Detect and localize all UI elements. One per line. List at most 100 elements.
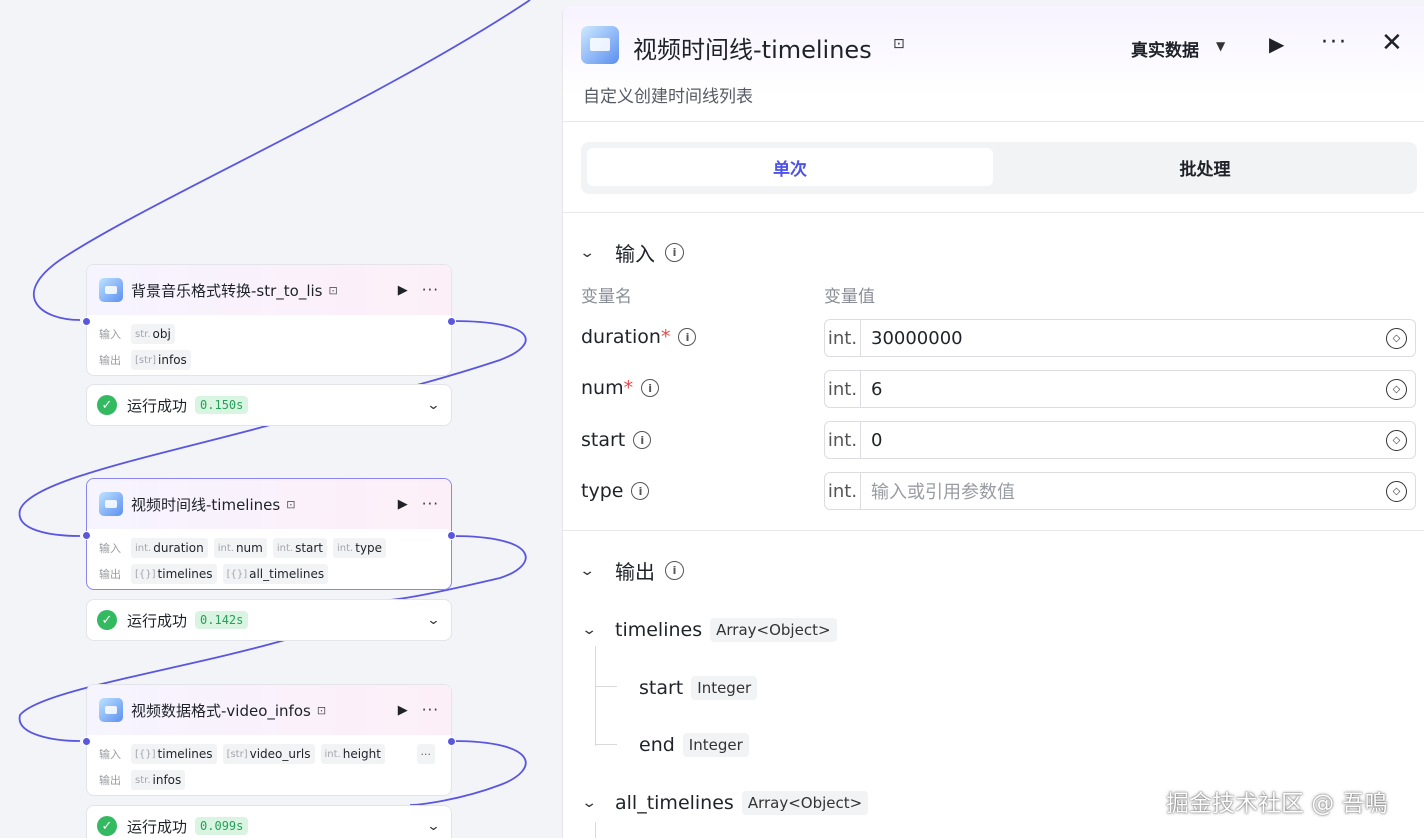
required-marker: * xyxy=(623,377,634,399)
inputs-label: 输入 xyxy=(99,748,121,761)
node-outputs-row: 输出 str. infos xyxy=(87,767,451,793)
input-chip: int. duration xyxy=(131,538,208,558)
chevron-down-icon[interactable]: ⌄ xyxy=(426,613,440,628)
reference-selector-icon[interactable]: ◇ xyxy=(1386,378,1407,400)
input-port[interactable] xyxy=(82,737,91,746)
tree-line xyxy=(595,744,617,745)
output-item-all-timelines[interactable]: ⌄ all_timelines Array<Object> xyxy=(581,791,869,815)
run-node-button[interactable]: ▶ xyxy=(398,703,408,718)
reference-selector-icon[interactable]: ◇ xyxy=(1386,480,1407,502)
reference-selector-icon[interactable]: ◇ xyxy=(1386,327,1407,349)
info-icon[interactable]: i xyxy=(665,243,684,262)
workflow-node[interactable]: 视频数据格式-video_infos ⊡ ▶ ··· 输入 [{}] timeli… xyxy=(82,684,456,796)
param-value[interactable]: 6 xyxy=(871,379,882,400)
more-options-button[interactable]: ··· xyxy=(422,701,439,719)
node-run-status[interactable]: ✓ 运行成功 0.142s ⌄ xyxy=(86,599,452,641)
more-options-button[interactable]: ··· xyxy=(422,281,439,299)
chevron-down-icon[interactable]: ⌄ xyxy=(581,622,609,638)
node-run-status[interactable]: ✓ 运行成功 0.150s ⌄ xyxy=(86,384,452,426)
info-icon[interactable]: i xyxy=(633,431,652,449)
type-indicator: int. xyxy=(825,473,861,509)
tab-single[interactable]: 单次 xyxy=(587,148,993,186)
param-field-type[interactable]: int. 输入或引用参数值 ◇ xyxy=(824,472,1416,510)
type-indicator: int. xyxy=(825,320,861,356)
required-marker: * xyxy=(660,326,671,348)
node-header[interactable]: 视频时间线-timelines ⊡ ▶ ··· xyxy=(87,479,451,529)
input-section-header[interactable]: ⌄ 输入 i xyxy=(579,238,684,267)
success-check-icon: ✓ xyxy=(97,610,117,630)
tree-line xyxy=(595,822,596,838)
param-value[interactable]: 0 xyxy=(871,430,882,451)
type-chip: Array<Object> xyxy=(741,791,869,815)
divider xyxy=(563,212,1424,213)
inputs-label: 输入 xyxy=(99,542,121,555)
output-item-end: end Integer xyxy=(639,733,749,757)
status-text: 运行成功 xyxy=(127,817,188,836)
workflow-canvas[interactable]: 背景音乐格式转换-str_to_lis ⊡ ▶ ··· 输入 str. obj 输… xyxy=(0,0,562,838)
more-inputs-chip[interactable]: ··· xyxy=(416,744,435,764)
tree-line xyxy=(595,686,617,687)
close-icon[interactable]: ✕ xyxy=(1381,28,1403,58)
info-icon[interactable]: i xyxy=(631,482,650,500)
chevron-down-icon[interactable]: ⌄ xyxy=(426,819,440,834)
type-indicator: int. xyxy=(825,371,861,407)
chevron-down-icon[interactable]: ⌄ xyxy=(579,245,607,261)
param-placeholder[interactable]: 输入或引用参数值 xyxy=(871,478,1015,504)
input-port[interactable] xyxy=(82,531,91,540)
param-label-start: start i xyxy=(581,429,652,451)
node-outputs-row: 输出 [str] infos xyxy=(87,347,451,373)
run-mode-tabs: 单次 批处理 xyxy=(581,142,1417,194)
success-check-icon: ✓ xyxy=(97,395,117,415)
info-icon[interactable]: i xyxy=(665,561,684,580)
outputs-label: 输出 xyxy=(99,774,121,787)
run-button[interactable]: ▶ xyxy=(1269,32,1284,56)
node-header[interactable]: 视频数据格式-video_infos ⊡ ▶ ··· xyxy=(87,685,451,735)
output-name: start xyxy=(639,677,684,699)
node-inputs-row: 输入 int. duration int. num int. start int. ty… xyxy=(87,535,451,561)
node-outputs-row: 输出 [{}] timelines [{}] all_timelines xyxy=(87,561,451,587)
param-label-duration: duration * i xyxy=(581,326,697,348)
input-chip: str. obj xyxy=(131,324,175,344)
type-indicator: int. xyxy=(825,422,861,458)
output-item-timelines[interactable]: ⌄ timelines Array<Object> xyxy=(581,618,837,642)
column-header-name: 变量名 xyxy=(581,287,632,307)
node-badge-icon: ⊡ xyxy=(893,36,905,52)
param-label-num: num * i xyxy=(581,377,660,399)
param-field-duration[interactable]: int. 30000000 ◇ xyxy=(824,319,1416,357)
chevron-down-icon[interactable]: ⌄ xyxy=(579,563,607,579)
output-name: all_timelines xyxy=(615,792,734,814)
run-node-button[interactable]: ▶ xyxy=(398,497,408,512)
output-port[interactable] xyxy=(447,737,456,746)
param-field-start[interactable]: int. 0 ◇ xyxy=(824,421,1416,459)
input-section-label: 输入 xyxy=(615,242,655,266)
outputs-label: 输出 xyxy=(99,568,121,581)
info-icon[interactable]: i xyxy=(678,328,697,346)
workflow-node-selected[interactable]: 视频时间线-timelines ⊡ ▶ ··· 输入 int. duration … xyxy=(82,478,456,590)
output-port[interactable] xyxy=(447,317,456,326)
panel-title: 视频时间线-timelines xyxy=(633,36,872,64)
info-icon[interactable]: i xyxy=(641,379,660,397)
workflow-node[interactable]: 背景音乐格式转换-str_to_lis ⊡ ▶ ··· 输入 str. obj 输… xyxy=(82,264,456,376)
input-port[interactable] xyxy=(82,317,91,326)
chevron-down-icon[interactable]: ⌄ xyxy=(581,795,609,811)
run-node-button[interactable]: ▶ xyxy=(398,283,408,298)
output-section-label: 输出 xyxy=(615,560,655,584)
node-run-status[interactable]: ✓ 运行成功 0.099s ⌄ xyxy=(86,805,452,838)
param-field-num[interactable]: int. 6 ◇ xyxy=(824,370,1416,408)
output-port[interactable] xyxy=(447,531,456,540)
caret-down-icon[interactable]: ▼ xyxy=(1216,39,1225,53)
more-options-button[interactable]: ··· xyxy=(422,495,439,513)
more-options-button[interactable]: ··· xyxy=(1321,30,1348,55)
data-mode-dropdown[interactable]: 真实数据 xyxy=(1131,36,1199,61)
output-name: timelines xyxy=(615,619,703,641)
chevron-down-icon[interactable]: ⌄ xyxy=(426,398,440,413)
output-section-header[interactable]: ⌄ 输出 i xyxy=(579,556,684,585)
input-chip: int. height xyxy=(320,744,385,764)
node-header[interactable]: 背景音乐格式转换-str_to_lis ⊡ ▶ ··· xyxy=(87,265,451,315)
node-inputs-row: 输入 [{}] timelines [str] video_urls int. hei… xyxy=(87,741,451,767)
node-badge-icon: ⊡ xyxy=(316,703,327,717)
reference-selector-icon[interactable]: ◇ xyxy=(1386,429,1407,451)
tab-batch[interactable]: 批处理 xyxy=(999,148,1411,186)
divider xyxy=(563,530,1424,531)
param-value[interactable]: 30000000 xyxy=(871,328,963,349)
